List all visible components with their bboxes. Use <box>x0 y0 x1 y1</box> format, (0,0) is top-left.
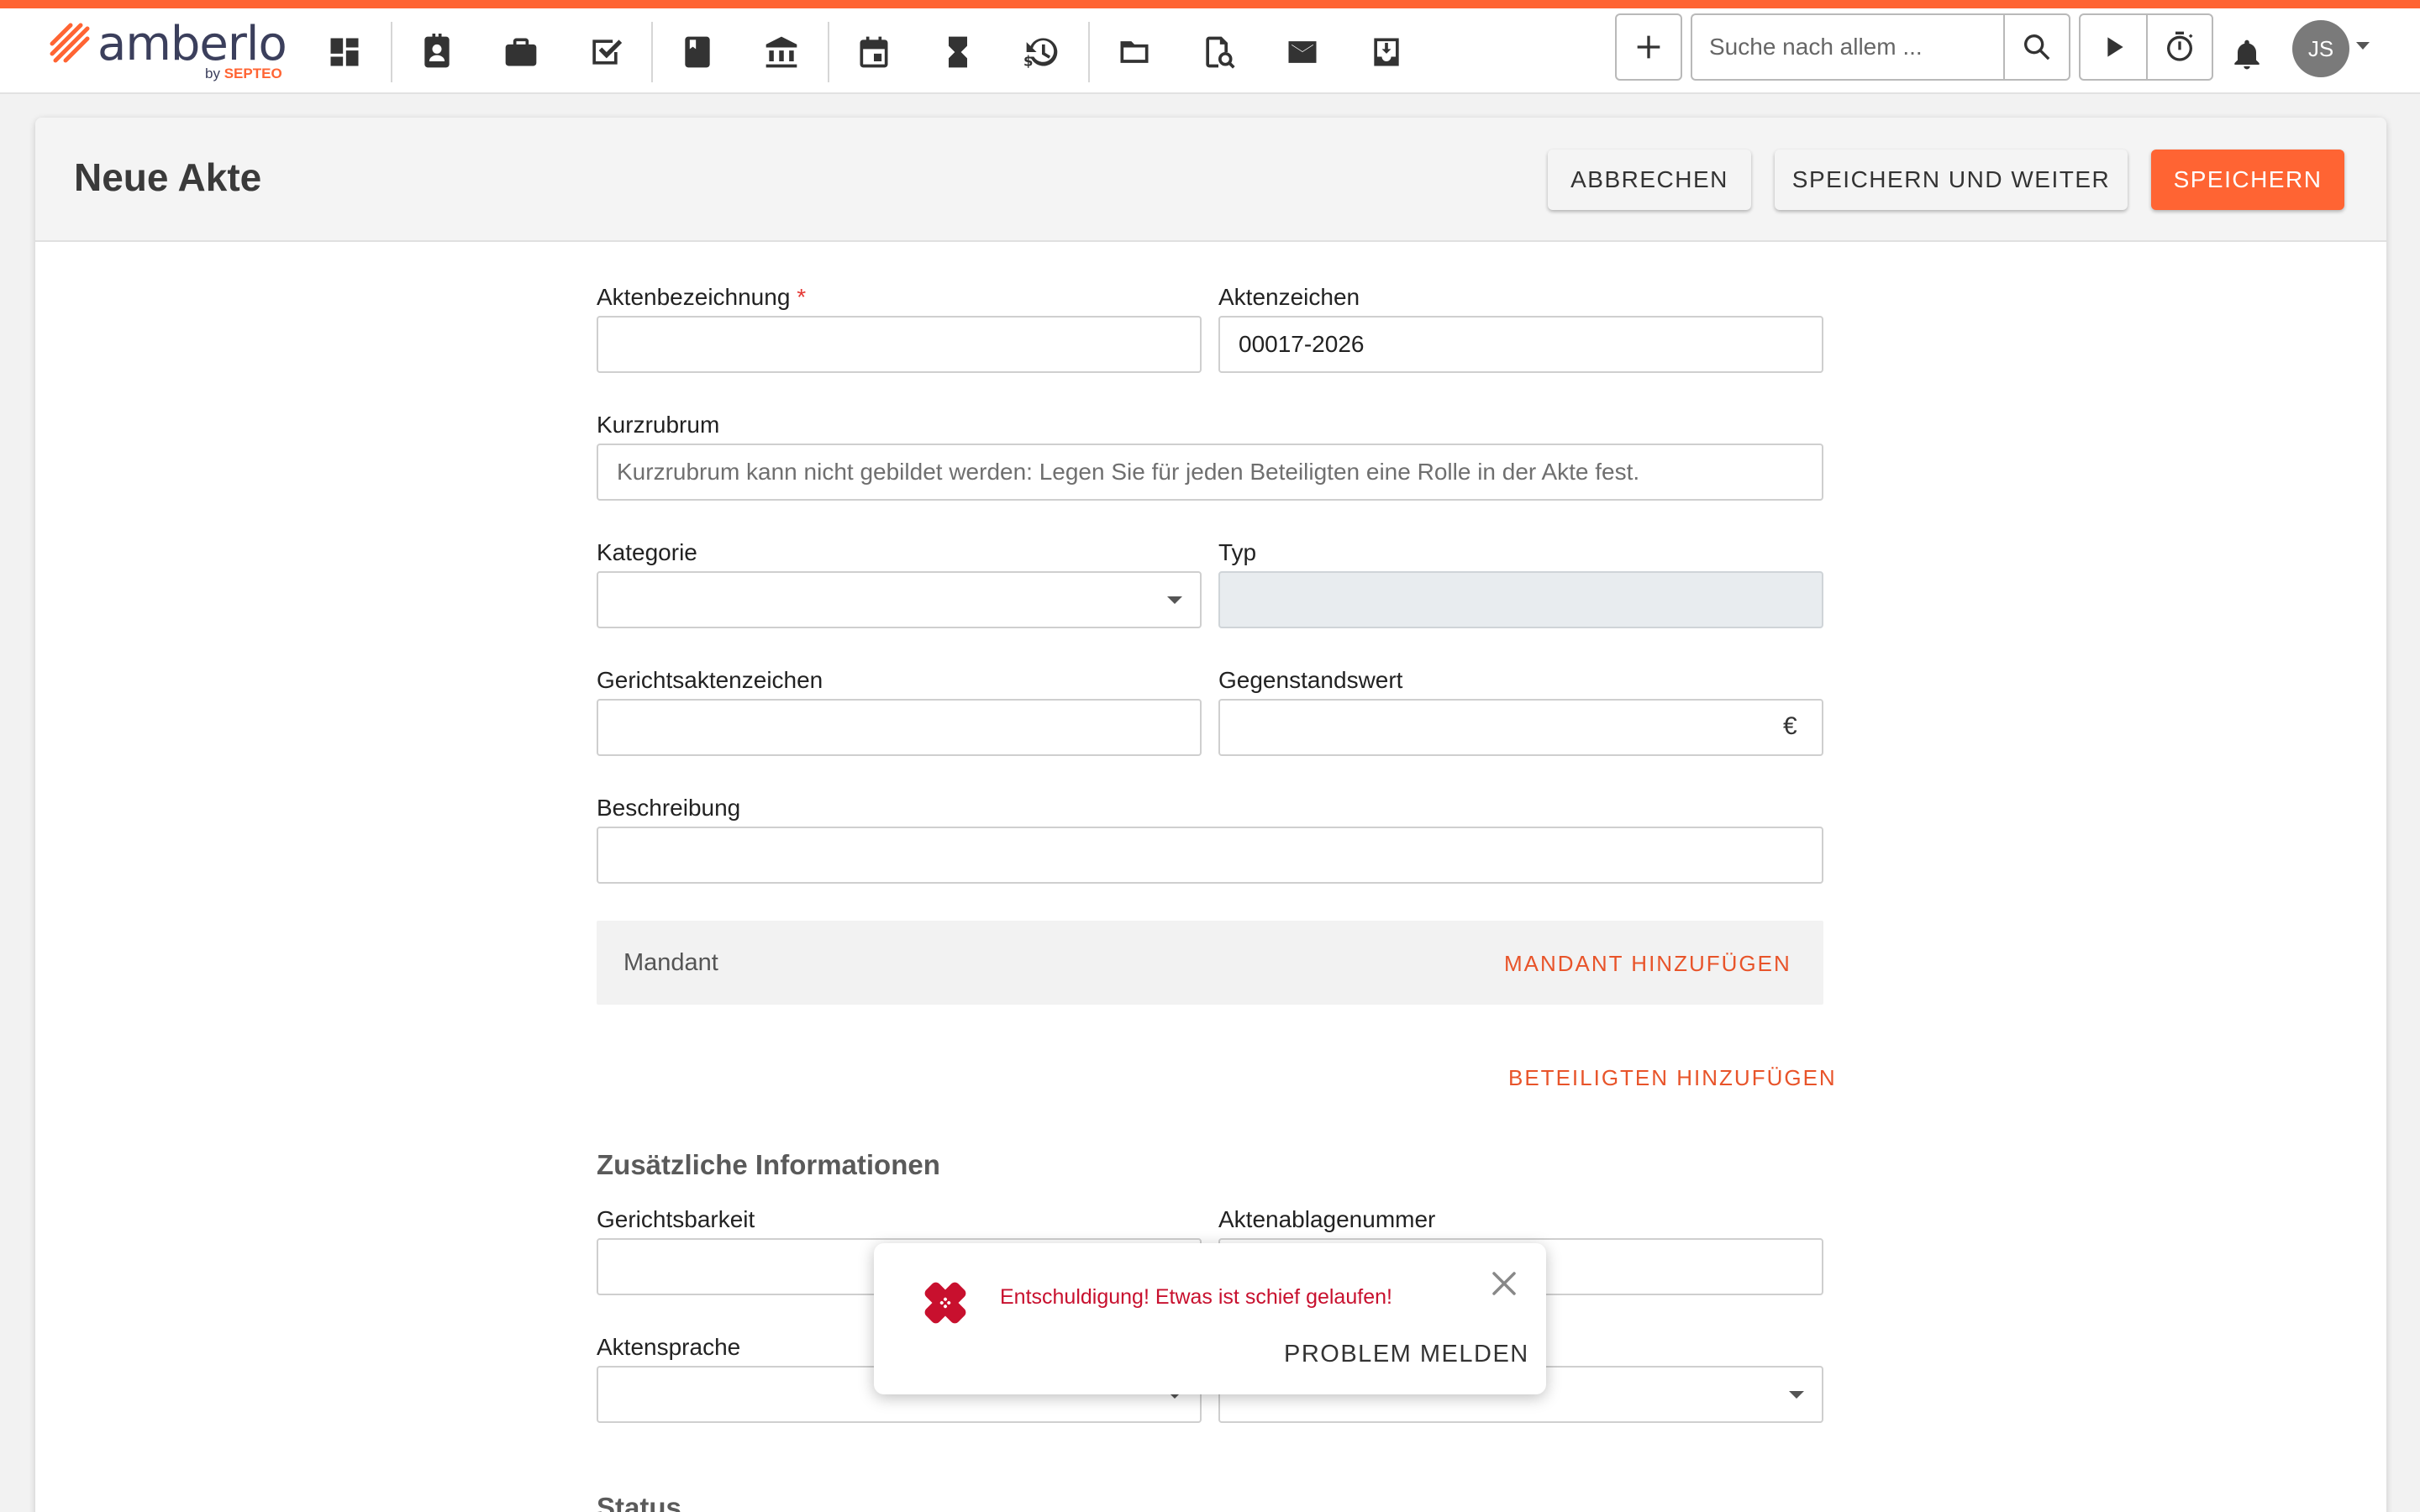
svg-text:$: $ <box>1023 54 1033 70</box>
gerichtsaktenzeichen-label: Gerichtsaktenzeichen <box>597 667 823 693</box>
bell-icon[interactable] <box>2222 30 2272 81</box>
add-beteiligten-button[interactable]: BETEILIGTEN HINZUFÜGEN <box>1508 1065 1837 1091</box>
typ-label: Typ <box>1218 539 1257 565</box>
bank-icon[interactable] <box>756 27 807 77</box>
euro-currency-icon: € <box>1783 712 1797 740</box>
aktenbezeichnung-field[interactable] <box>597 316 1202 373</box>
beschreibung-field[interactable] <box>597 827 1823 884</box>
briefcase-icon[interactable] <box>496 27 546 77</box>
save-button[interactable]: SPEICHERN <box>2151 150 2344 210</box>
gegenstandswert-label: Gegenstandswert <box>1218 667 1403 693</box>
secondary-dropdown-icon[interactable] <box>1789 1391 1804 1399</box>
top-accent-bar <box>0 0 2420 8</box>
search-button[interactable] <box>2003 13 2070 81</box>
amberlo-logo-mark-icon <box>50 23 90 63</box>
aktenablagenummer-label: Aktenablagenummer <box>1218 1206 1436 1232</box>
nav-separator <box>651 22 653 82</box>
nav-separator <box>391 22 392 82</box>
kurzrubrum-label: Kurzrubrum <box>597 412 720 438</box>
mandant-section: Mandant MANDANT HINZUFÜGEN <box>597 921 1823 1005</box>
stopwatch-button[interactable] <box>2146 13 2213 81</box>
aktenzeichen-field[interactable] <box>1218 316 1823 373</box>
play-icon <box>2107 37 2123 57</box>
add-button[interactable] <box>1615 13 1682 81</box>
kurzrubrum-field[interactable] <box>597 444 1823 501</box>
gerichtsaktenzeichen-field[interactable] <box>597 699 1202 756</box>
report-problem-button[interactable]: PROBLEM MELDEN <box>1284 1341 1529 1368</box>
user-avatar[interactable]: JS <box>2292 20 2349 77</box>
dashboard-icon[interactable] <box>319 27 370 77</box>
global-search-input[interactable] <box>1691 13 2005 81</box>
additional-info-title: Zusätzliche Informationen <box>597 1149 940 1180</box>
kategorie-select[interactable] <box>597 571 1202 628</box>
stopwatch-icon <box>2167 31 2193 61</box>
close-icon[interactable] <box>1487 1267 1521 1300</box>
inbox-download-icon[interactable] <box>1361 27 1412 77</box>
plus-icon <box>1637 35 1660 59</box>
tasks-icon[interactable] <box>580 27 630 77</box>
gegenstandswert-field[interactable] <box>1218 699 1823 756</box>
amberlo-logo[interactable]: amberlo by SEPTEO <box>49 13 301 86</box>
brand-subtitle: by SEPTEO <box>205 66 282 81</box>
hourglass-icon[interactable] <box>933 27 983 77</box>
error-message: Entschuldigung! Etwas ist schief gelaufe… <box>1000 1285 1392 1309</box>
top-navigation-bar: amberlo by SEPTEO $ Suche nach allem ...… <box>0 8 2420 94</box>
typ-select <box>1218 571 1823 628</box>
aktensprache-label: Aktensprache <box>597 1334 741 1360</box>
card-header: Neue Akte ABBRECHEN SPEICHERN UND WEITER… <box>35 118 2386 242</box>
book-icon[interactable] <box>672 27 723 77</box>
aktenbezeichnung-label: Aktenbezeichnung * <box>597 284 807 310</box>
folder-icon[interactable] <box>1109 27 1160 77</box>
kategorie-dropdown-icon[interactable] <box>1167 596 1182 604</box>
billing-history-icon[interactable]: $ <box>1017 27 1067 77</box>
kategorie-label: Kategorie <box>597 539 697 565</box>
cancel-button[interactable]: ABBRECHEN <box>1548 150 1751 210</box>
beschreibung-label: Beschreibung <box>597 795 741 821</box>
search-icon <box>2024 34 2050 60</box>
error-toast: Entschuldigung! Etwas ist schief gelaufe… <box>874 1243 1546 1394</box>
mail-icon[interactable] <box>1277 27 1328 77</box>
contacts-icon[interactable] <box>412 27 462 77</box>
nav-separator <box>1088 22 1090 82</box>
bandage-error-icon <box>924 1282 966 1324</box>
save-and-continue-button[interactable]: SPEICHERN UND WEITER <box>1775 150 2128 210</box>
status-title: Status <box>597 1492 681 1512</box>
nav-separator <box>828 22 829 82</box>
calendar-icon[interactable] <box>849 27 899 77</box>
page-title: Neue Akte <box>74 155 262 199</box>
document-search-icon[interactable] <box>1193 27 1244 77</box>
brand-name: amberlo <box>97 17 287 71</box>
user-menu-caret-icon[interactable] <box>2356 42 2370 50</box>
add-mandant-button[interactable]: MANDANT HINZUFÜGEN <box>1504 951 1791 977</box>
mandant-label: Mandant <box>623 949 718 976</box>
start-timer-button[interactable] <box>2079 13 2148 81</box>
aktenzeichen-label: Aktenzeichen <box>1218 284 1360 310</box>
gerichtsbarkeit-label: Gerichtsbarkeit <box>597 1206 755 1232</box>
